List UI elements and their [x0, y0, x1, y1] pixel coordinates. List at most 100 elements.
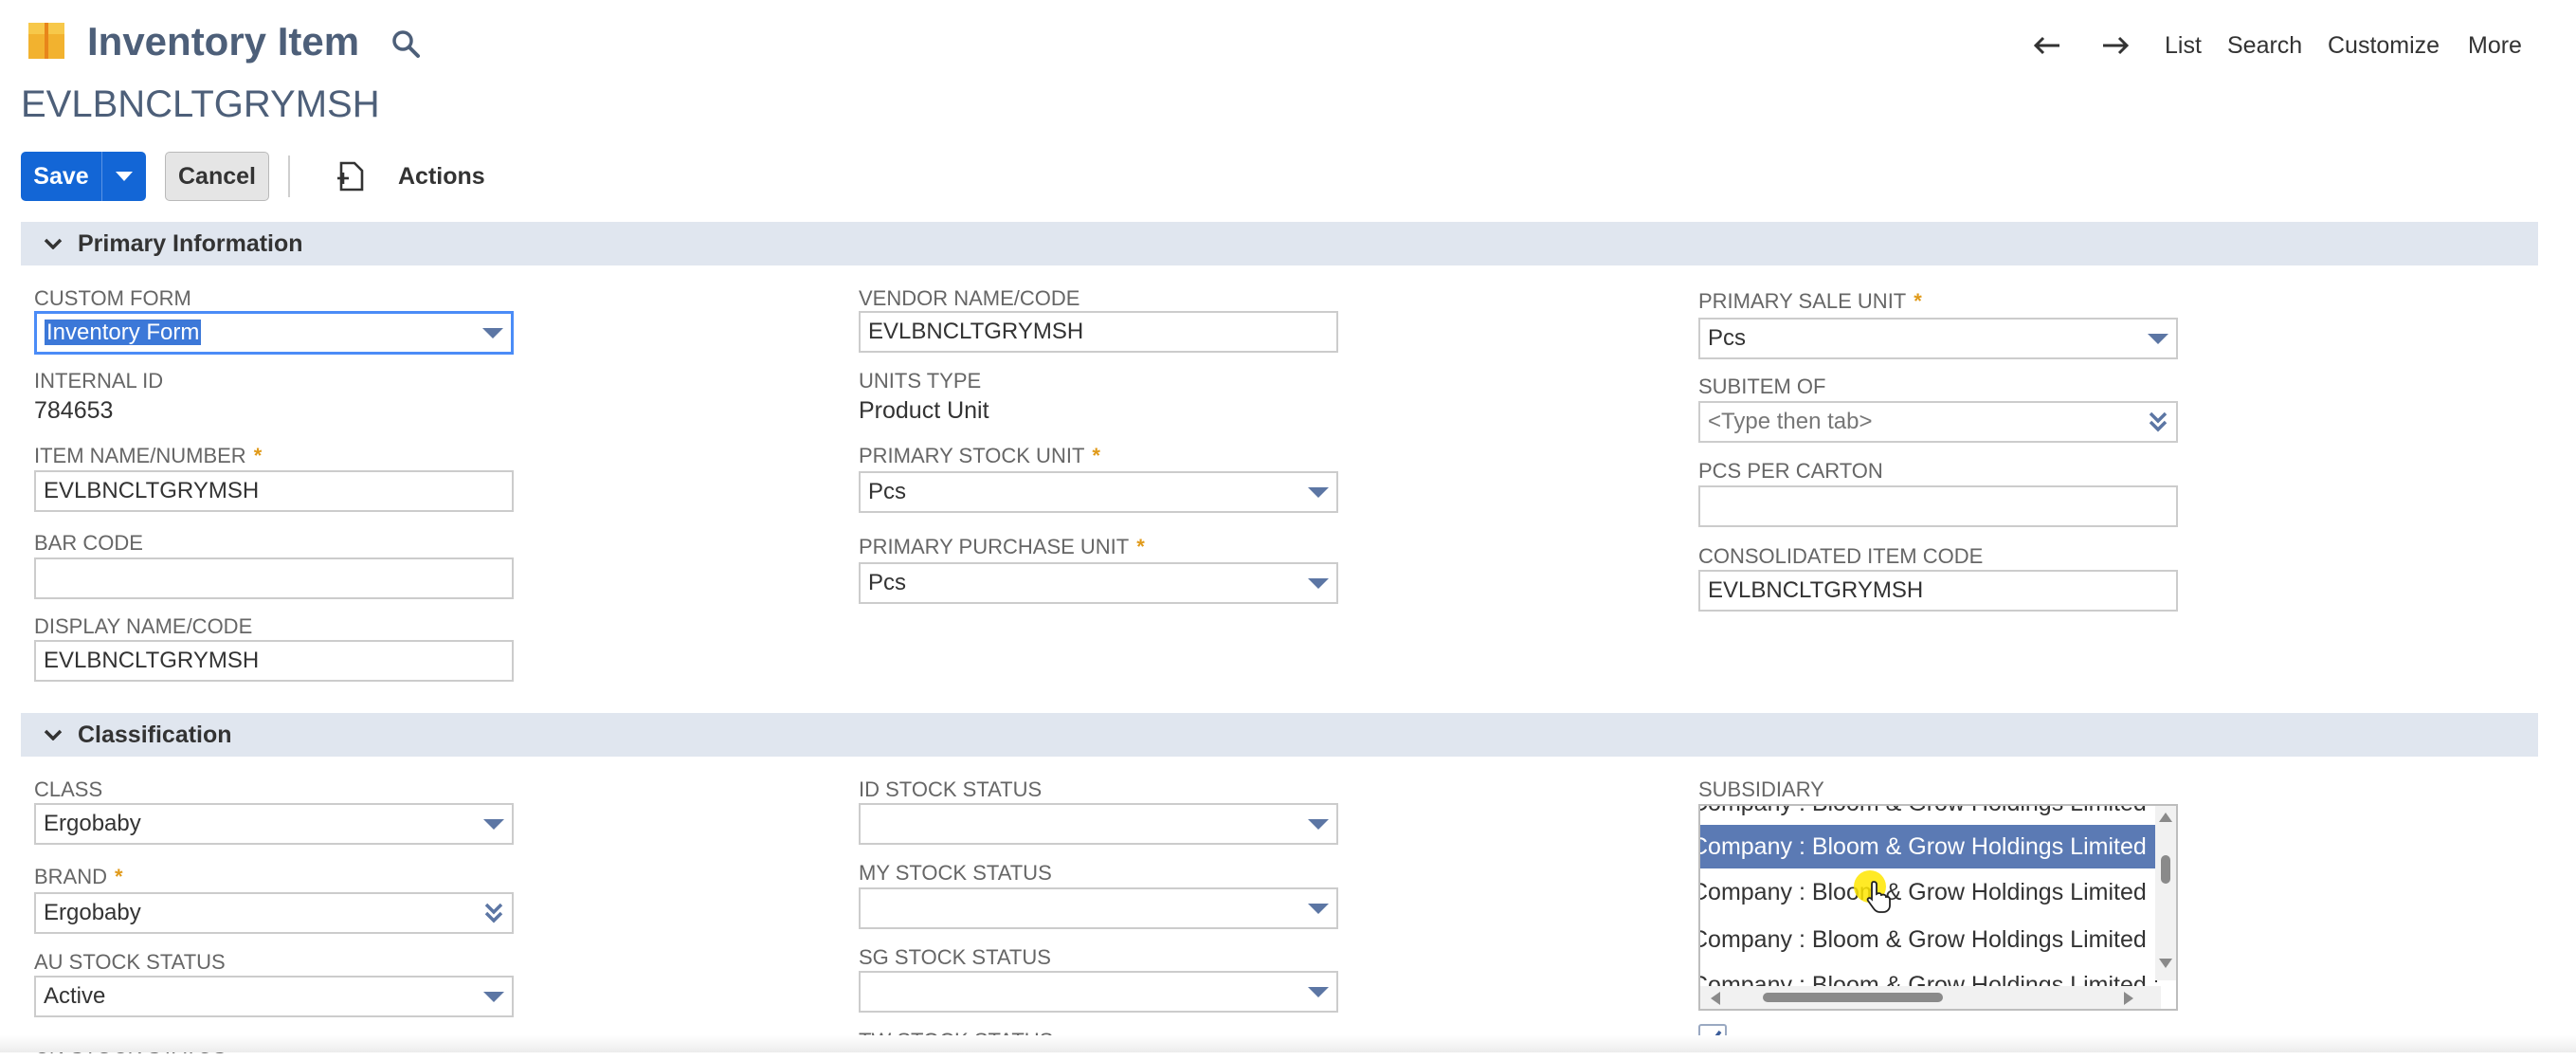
subsidiary-listbox[interactable]: Company : Bloom & Grow Holdings Limited …	[1698, 804, 2178, 1011]
bar-code-label: BAR CODE	[34, 531, 143, 555]
class-value: Ergobaby	[44, 811, 141, 836]
vendor-name-label: VENDOR NAME/CODE	[859, 286, 1080, 310]
units-type-label: UNITS TYPE	[859, 369, 982, 393]
subitem-of-placeholder: <Type then tab>	[1708, 409, 1873, 434]
my-stock-status-label: MY STOCK STATUS	[859, 861, 1052, 885]
section-title: Primary Information	[78, 229, 303, 257]
primary-sale-unit-label: PRIMARY SALE UNIT *	[1698, 289, 1922, 313]
double-chevron-down-icon[interactable]	[2148, 411, 2168, 433]
class-label: CLASS	[34, 777, 103, 801]
display-name-value: EVLBNCLTGRYMSH	[44, 648, 260, 673]
class-select[interactable]: Ergobaby	[34, 803, 514, 845]
vertical-scrollbar[interactable]	[2155, 806, 2176, 980]
bar-code-input[interactable]	[34, 557, 514, 599]
scroll-right-icon[interactable]	[2123, 991, 2134, 1006]
primary-stock-unit-select[interactable]: Pcs	[859, 471, 1338, 513]
actions-menu[interactable]: Actions	[398, 159, 485, 193]
item-name-input[interactable]: EVLBNCLTGRYMSH	[34, 470, 514, 512]
pcs-per-carton-input[interactable]	[1698, 485, 2178, 527]
cancel-button[interactable]: Cancel	[165, 152, 269, 201]
internal-id-value: 784653	[34, 397, 114, 424]
inventory-app-icon	[28, 23, 64, 59]
consolidated-code-label: CONSOLIDATED ITEM CODE	[1698, 544, 1984, 568]
scroll-up-icon[interactable]	[2158, 812, 2173, 823]
au-stock-status-select[interactable]: Active	[34, 976, 514, 1017]
chevron-down-icon	[34, 222, 72, 265]
sg-stock-status-select[interactable]	[859, 971, 1338, 1013]
arrow-right-icon	[2103, 36, 2130, 55]
primary-purchase-unit-select[interactable]: Pcs	[859, 562, 1338, 604]
list-item[interactable]: Company : Bloom & Grow Holdings Limited …	[1700, 918, 2157, 961]
list-item[interactable]: Company : Bloom & Grow Holdings Limited …	[1700, 806, 2157, 825]
primary-purchase-unit-value: Pcs	[868, 570, 907, 595]
toolbar-divider	[288, 155, 290, 197]
custom-form-value: Inventory Form	[45, 320, 202, 345]
brand-value: Ergobaby	[44, 900, 141, 925]
au-stock-status-value: Active	[44, 983, 106, 1009]
subsidiary-label: SUBSIDIARY	[1698, 777, 1824, 801]
previous-record-button[interactable]	[2028, 27, 2066, 64]
display-name-input[interactable]: EVLBNCLTGRYMSH	[34, 640, 514, 682]
list-item[interactable]: Company : Bloom & Grow Holdings Limited …	[1700, 825, 2157, 868]
display-name-label: DISPLAY NAME/CODE	[34, 614, 253, 638]
horizontal-scroll-thumb[interactable]	[1763, 993, 1943, 1002]
subitem-of-label: SUBITEM OF	[1698, 375, 1826, 398]
dropdown-arrow-icon	[1308, 903, 1329, 914]
dropdown-arrow-icon	[1308, 986, 1329, 997]
dropdown-arrow-icon	[483, 818, 504, 830]
scroll-left-icon[interactable]	[1710, 991, 1721, 1006]
brand-label: BRAND *	[34, 865, 123, 888]
page-bottom-edge	[0, 1035, 2576, 1052]
new-document-icon[interactable]	[334, 159, 368, 193]
dropdown-arrow-icon	[2148, 333, 2168, 344]
dropdown-arrow-icon	[1308, 486, 1329, 498]
item-name-label: ITEM NAME/NUMBER *	[34, 444, 263, 467]
section-title: Classification	[78, 721, 232, 748]
nav-search-link[interactable]: Search	[2227, 27, 2302, 64]
section-classification[interactable]: Classification	[21, 713, 2538, 757]
chevron-down-icon	[34, 713, 72, 757]
scroll-down-icon[interactable]	[2158, 958, 2173, 969]
consolidated-code-value: EVLBNCLTGRYMSH	[1708, 577, 1924, 603]
page-title: Inventory Item	[87, 19, 360, 64]
internal-id-label: INTERNAL ID	[34, 369, 164, 393]
dropdown-arrow-icon	[482, 327, 503, 338]
vertical-scroll-thumb[interactable]	[2161, 855, 2170, 884]
item-name-value: EVLBNCLTGRYMSH	[44, 478, 260, 503]
brand-input[interactable]: Ergobaby	[34, 892, 514, 934]
primary-sale-unit-select[interactable]: Pcs	[1698, 318, 2178, 359]
primary-purchase-unit-label: PRIMARY PURCHASE UNIT *	[859, 535, 1145, 558]
horizontal-scrollbar[interactable]	[1700, 986, 2161, 1009]
custom-form-label: CUSTOM FORM	[34, 286, 191, 310]
save-button[interactable]: Save	[21, 152, 102, 201]
caret-down-icon	[116, 172, 133, 181]
pcs-per-carton-label: PCS PER CARTON	[1698, 459, 1883, 483]
hand-pointer-icon	[1866, 881, 1891, 913]
subitem-of-input[interactable]: <Type then tab>	[1698, 401, 2178, 443]
id-stock-status-label: ID STOCK STATUS	[859, 777, 1043, 801]
nav-customize-link[interactable]: Customize	[2328, 27, 2440, 64]
double-chevron-down-icon[interactable]	[483, 902, 504, 924]
vendor-name-input[interactable]: EVLBNCLTGRYMSH	[859, 311, 1338, 353]
arrow-left-icon	[2033, 36, 2059, 55]
list-item[interactable]: Company : Bloom & Grow Holdings Limited …	[1700, 870, 2157, 914]
nav-list-link[interactable]: List	[2165, 27, 2202, 64]
vendor-name-value: EVLBNCLTGRYMSH	[868, 319, 1084, 344]
custom-form-select[interactable]: Inventory Form	[34, 311, 514, 355]
au-stock-status-label: AU STOCK STATUS	[34, 950, 226, 974]
my-stock-status-select[interactable]	[859, 887, 1338, 929]
search-icon[interactable]	[390, 28, 421, 59]
nav-more-link[interactable]: More	[2468, 27, 2522, 64]
save-button-group: Save	[21, 152, 146, 201]
units-type-value: Product Unit	[859, 397, 989, 424]
consolidated-code-input[interactable]: EVLBNCLTGRYMSH	[1698, 570, 2178, 612]
save-options-button[interactable]	[102, 152, 146, 201]
record-name: EVLBNCLTGRYMSH	[21, 83, 380, 125]
primary-stock-unit-value: Pcs	[868, 479, 907, 504]
primary-sale-unit-value: Pcs	[1708, 325, 1747, 351]
next-record-button[interactable]	[2096, 27, 2134, 64]
id-stock-status-select[interactable]	[859, 803, 1338, 845]
dropdown-arrow-icon	[1308, 818, 1329, 830]
dropdown-arrow-icon	[483, 991, 504, 1002]
section-primary-information[interactable]: Primary Information	[21, 222, 2538, 265]
